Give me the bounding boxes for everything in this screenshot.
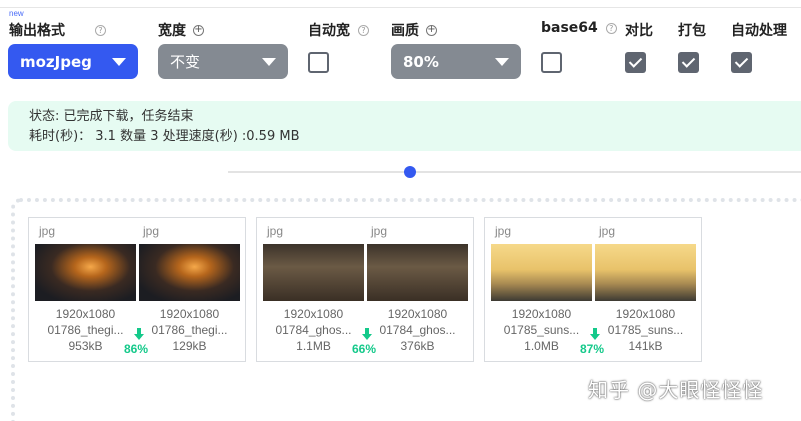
auto-width-checkbox[interactable]: [308, 52, 329, 73]
original-size: 953kB: [68, 339, 103, 353]
base64-checkbox[interactable]: [541, 52, 562, 73]
format-tag: jpg: [371, 224, 388, 238]
image-card[interactable]: jpg jpg 1920x1080 1920x1080 01784_ghos..…: [256, 217, 474, 362]
status-text: 状态: 已完成下载，任务结束: [29, 109, 194, 124]
help-icon[interactable]: ?: [95, 24, 106, 36]
new-badge: new: [9, 9, 24, 18]
compressed-dimensions: 1920x1080: [159, 307, 220, 321]
pack-label: 打包: [678, 23, 706, 39]
compressed-filename: 01786_thegi...: [151, 323, 228, 337]
original-thumbnail[interactable]: [35, 244, 136, 301]
compare-checkbox[interactable]: [625, 52, 646, 73]
format-tag: jpg: [599, 224, 616, 238]
compressed-thumbnail[interactable]: [595, 244, 696, 301]
original-dimensions: 1920x1080: [511, 307, 572, 321]
compressed-dimensions: 1920x1080: [387, 307, 448, 321]
compressed-dimensions: 1920x1080: [615, 307, 676, 321]
quality-label: 画质 +: [391, 23, 437, 39]
original-thumbnail[interactable]: [491, 244, 592, 301]
auto-process-label: 自动处理: [731, 23, 787, 39]
help-icon[interactable]: ?: [605, 22, 617, 34]
width-select[interactable]: 不变: [158, 44, 288, 79]
original-filename: 01784_ghos...: [275, 323, 352, 337]
watermark: 知乎 @大眼怪怪怪: [588, 378, 764, 402]
reduction-percent: 66%: [352, 342, 377, 356]
quality-select[interactable]: 80%: [391, 44, 521, 79]
compressed-filename: 01784_ghos...: [379, 323, 456, 337]
compressed-thumbnail[interactable]: [139, 244, 240, 301]
compressed-size: 129kB: [172, 339, 207, 353]
original-filename: 01785_suns...: [503, 323, 580, 337]
image-card[interactable]: jpg jpg 1920x1080 1920x1080 01786_thegi.…: [28, 217, 246, 362]
image-card[interactable]: jpg jpg 1920x1080 1920x1080 01785_suns..…: [484, 217, 702, 362]
compare-slider-handle[interactable]: [404, 166, 416, 178]
original-filename: 01786_thegi...: [47, 323, 124, 337]
format-tag: jpg: [495, 224, 512, 238]
width-label: 宽度 +: [158, 23, 204, 39]
original-size: 1.0MB: [524, 339, 559, 353]
format-select[interactable]: mozJpeg: [8, 44, 138, 79]
top-divider: [0, 7, 801, 8]
compressed-size: 141kB: [628, 339, 663, 353]
caret-down-icon: [495, 58, 509, 66]
format-tag: jpg: [143, 224, 160, 238]
format-tag: jpg: [39, 224, 56, 238]
original-size: 1.1MB: [296, 339, 331, 353]
timing-text: 耗时(秒)： 3.1 数量 3 处理速度(秒) :0.59 MB: [29, 129, 300, 144]
auto-process-checkbox[interactable]: [731, 52, 752, 73]
plus-circle-icon[interactable]: +: [426, 24, 437, 36]
base64-label: base64 ?: [541, 20, 617, 36]
arrow-down-icon: [134, 328, 144, 340]
compressed-size: 376kB: [400, 339, 435, 353]
format-tag: jpg: [267, 224, 284, 238]
reduction-percent: 86%: [124, 342, 149, 356]
pack-checkbox[interactable]: [678, 52, 699, 73]
plus-circle-icon[interactable]: +: [193, 24, 204, 36]
compressed-thumbnail[interactable]: [367, 244, 468, 301]
arrow-down-icon: [362, 328, 372, 340]
auto-width-label: 自动宽 ?: [308, 20, 369, 40]
original-thumbnail[interactable]: [263, 244, 364, 301]
compare-slider-track[interactable]: [228, 171, 801, 173]
help-icon[interactable]: ?: [358, 24, 369, 36]
status-panel: 状态: 已完成下载，任务结束 耗时(秒)： 3.1 数量 3 处理速度(秒) :…: [8, 101, 801, 151]
format-label: 输出格式 ?: [9, 20, 106, 40]
compressed-filename: 01785_suns...: [607, 323, 684, 337]
reduction-percent: 87%: [580, 342, 605, 356]
caret-down-icon: [262, 58, 276, 66]
original-dimensions: 1920x1080: [283, 307, 344, 321]
original-dimensions: 1920x1080: [55, 307, 116, 321]
compare-label: 对比: [625, 23, 653, 39]
caret-down-icon: [112, 58, 126, 66]
arrow-down-icon: [590, 328, 600, 340]
